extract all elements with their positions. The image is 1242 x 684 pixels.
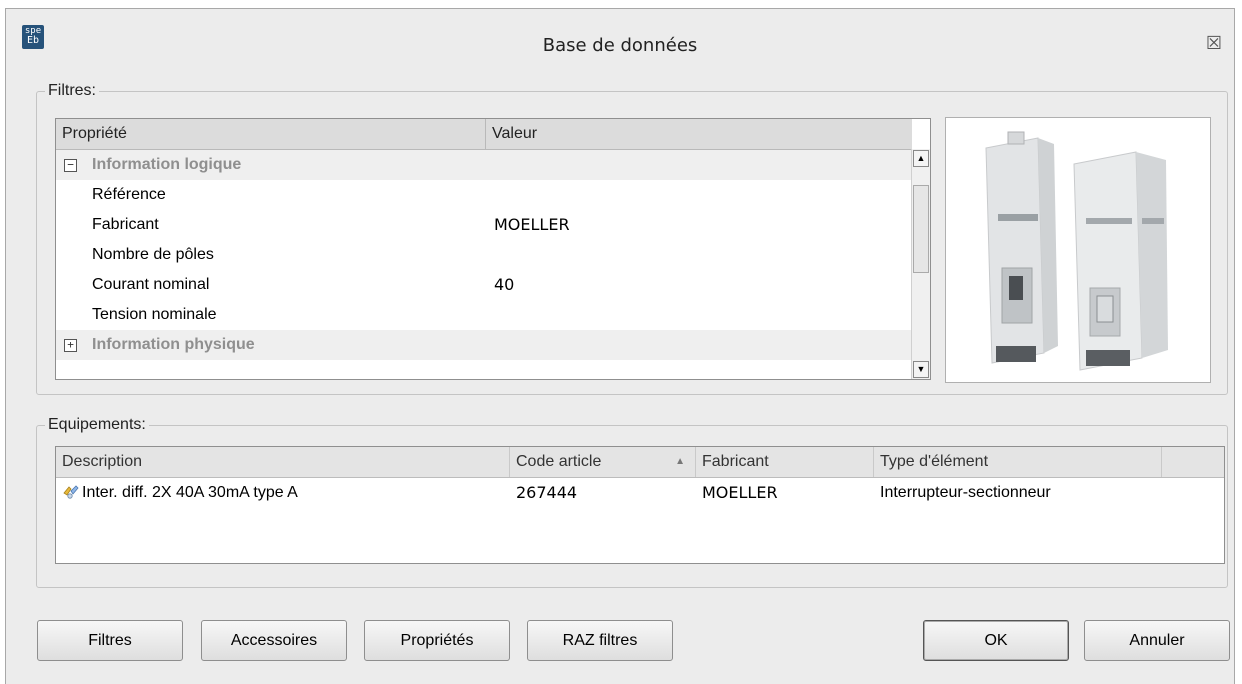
collapse-icon[interactable]: − [64,159,77,172]
property-name: Tension nominale [92,306,217,323]
property-grid-scrollbar[interactable]: ▲ ▼ [911,149,930,379]
scroll-up-icon[interactable]: ▲ [913,150,929,167]
property-row-reference[interactable]: Référence [56,180,912,210]
table-row[interactable]: Inter. diff. 2X 40A 30mA type A 267444 M… [56,478,1224,508]
property-row-rated-voltage[interactable]: Tension nominale [56,300,912,330]
property-row-rated-current[interactable]: Courant nominal 40 [56,270,912,300]
column-header-description[interactable]: Description [56,447,510,477]
column-header-manufacturer[interactable]: Fabricant [696,447,874,477]
property-name: Référence [92,186,166,203]
equipment-list: Description Code article ▲ Fabricant Typ… [55,446,1225,564]
filters-group-label: Filtres: [45,82,99,100]
scroll-down-icon[interactable]: ▼ [913,361,929,378]
category-label: Information physique [92,336,255,353]
accessories-button[interactable]: Accessoires [201,620,347,661]
dialog-title: Base de données [542,35,698,56]
equipment-group: Equipements: Description Code article ▲ … [36,416,1228,588]
property-row-poles[interactable]: Nombre de pôles [56,240,912,270]
category-row-physical-info[interactable]: + Information physique [56,330,912,360]
title-bar: spe Eb Base de données ☒ [6,9,1234,75]
equipment-group-label: Equipements: [45,416,149,434]
category-label: Information logique [92,156,242,173]
property-row-manufacturer[interactable]: Fabricant MOELLER [56,210,912,240]
property-name: Fabricant [92,216,159,233]
reset-filters-button[interactable]: RAZ filtres [527,620,673,661]
equipment-icon [62,480,80,499]
property-value[interactable]: 40 [494,270,514,300]
cell-manufacturer: MOELLER [702,483,778,502]
product-image [945,117,1211,383]
filters-group: Filtres: Propriété Valeur − Information … [36,82,1228,395]
properties-button[interactable]: Propriétés [364,620,510,661]
expand-icon[interactable]: + [64,339,77,352]
filters-button[interactable]: Filtres [37,620,183,661]
sort-ascending-icon: ▲ [675,456,685,467]
property-value[interactable]: MOELLER [494,210,570,240]
close-icon[interactable]: ☒ [1204,33,1224,53]
scroll-thumb[interactable] [913,185,929,273]
ok-button[interactable]: OK [923,620,1069,661]
column-header-property[interactable]: Propriété [56,119,486,149]
cell-description: Inter. diff. 2X 40A 30mA type A [56,478,510,508]
property-name: Courant nominal [92,276,210,293]
cancel-button[interactable]: Annuler [1084,620,1230,661]
property-grid: Propriété Valeur − Information logique R… [55,118,931,380]
category-row-logical-info[interactable]: − Information logique [56,150,912,180]
property-name: Nombre de pôles [92,246,214,263]
column-header-type[interactable]: Type d'élément [874,447,1162,477]
cell-type: Interrupteur-sectionneur [880,484,1051,501]
property-grid-header: Propriété Valeur [56,119,912,150]
equipment-list-header: Description Code article ▲ Fabricant Typ… [56,447,1224,478]
column-header-value[interactable]: Valeur [486,119,912,149]
column-header-code[interactable]: Code article ▲ [510,447,696,477]
cell-code: 267444 [516,483,578,502]
database-dialog: spe Eb Base de données ☒ Filtres: Propri… [5,8,1235,684]
